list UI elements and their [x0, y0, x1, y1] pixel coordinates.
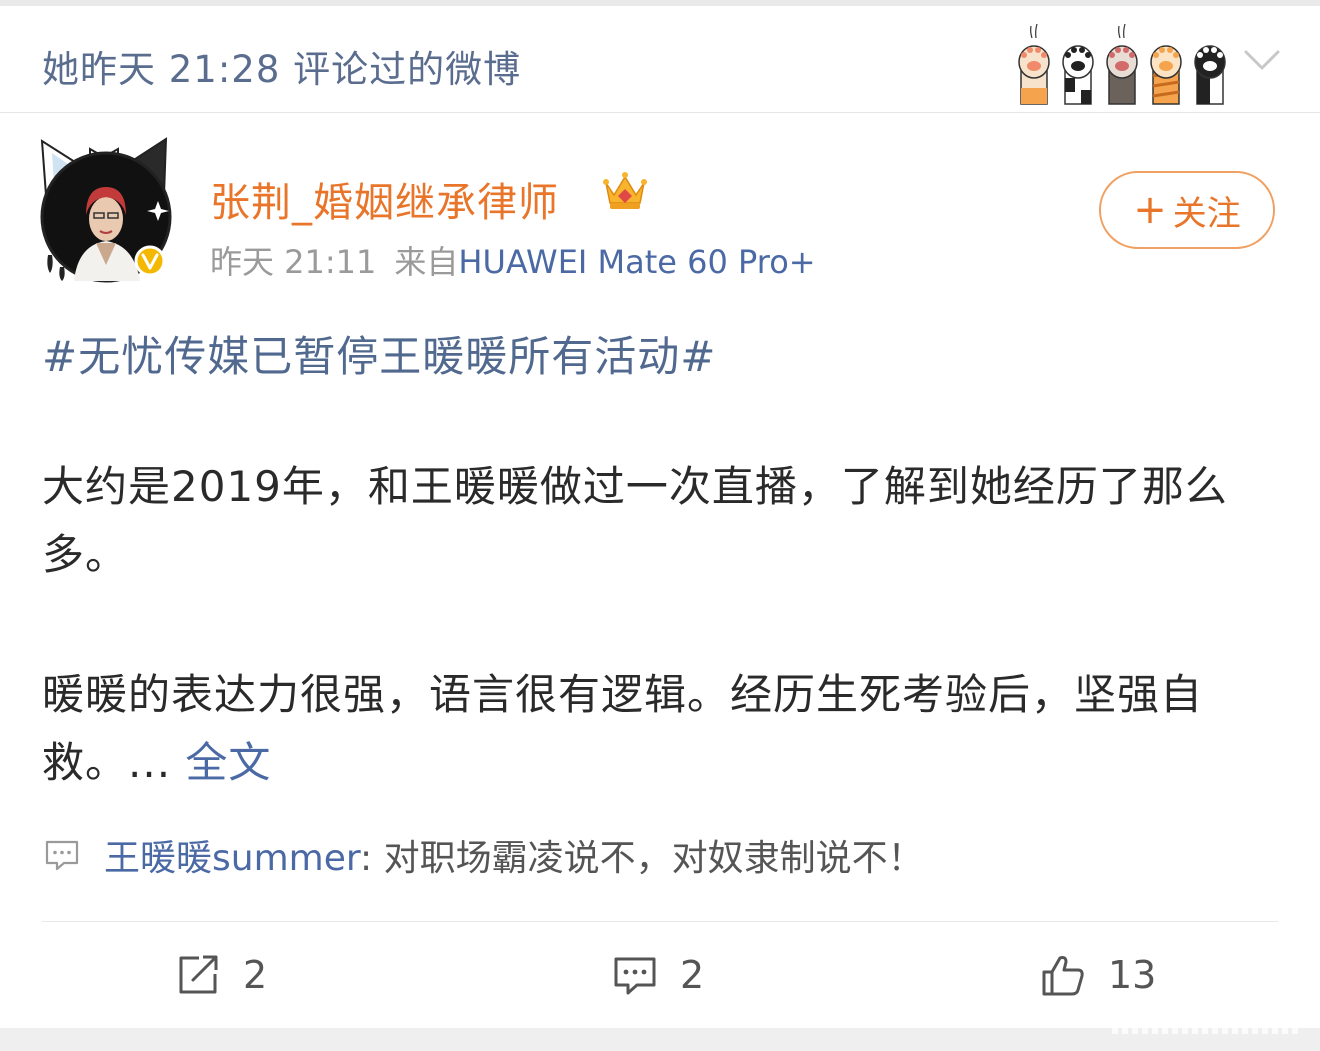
comment-header-title: 她昨天 21:28 评论过的微博: [42, 48, 522, 91]
repost-button[interactable]: 2: [175, 947, 267, 1003]
chevron-down-icon[interactable]: [1243, 46, 1281, 74]
post-author-name[interactable]: 张荆_婚姻继承律师: [210, 170, 559, 228]
divider: [42, 921, 1278, 922]
full-text-link[interactable]: 全文: [185, 738, 271, 787]
crown-icon: [603, 172, 647, 209]
repost-icon: [179, 955, 218, 994]
comment-bubble-icon: [45, 840, 79, 871]
comment-header: 她昨天 21:28 评论过的微博: [0, 6, 1320, 113]
verified-v-icon: [134, 245, 166, 277]
cat-paws-icon: [1018, 23, 1226, 105]
watermark-stripes: [1112, 1012, 1298, 1034]
repost-count: 2: [243, 953, 268, 997]
like-count: 13: [1108, 953, 1157, 997]
avatar[interactable]: [34, 135, 176, 283]
weibo-post-card: 张荆_婚姻继承律师 昨天 21:11 来自HUAWEI Mate 60 Pro+ …: [0, 113, 1320, 1028]
follow-button[interactable]: + 关注: [1099, 171, 1275, 249]
quoted-comment[interactable]: 王暖暖summer: 对职场霸凌说不，对奴隶制说不！: [44, 831, 924, 879]
thumbs-up-icon: [1042, 956, 1084, 996]
quoted-comment-text: : 对职场霸凌说不，对奴隶制说不！: [360, 838, 924, 879]
post-meta: 昨天 21:11 来自HUAWEI Mate 60 Pro+: [210, 237, 816, 283]
post-source-prefix: 来自: [394, 243, 459, 281]
quoted-comment-user[interactable]: 王暖暖summer: [104, 838, 360, 879]
post-time: 昨天 21:11: [210, 243, 377, 281]
comment-count: 2: [680, 953, 705, 997]
follow-button-label: 关注: [1172, 193, 1241, 234]
plus-icon: +: [1133, 187, 1167, 233]
comment-icon: [614, 957, 656, 995]
post-paragraph: 暖暖的表达力很强，语言很有逻辑。经历生死考验后，坚强自救。... 全文: [42, 661, 1282, 797]
topic-hashtag-link[interactable]: #无忧传媒已暂停王暖暖所有活动#: [42, 323, 716, 384]
like-button[interactable]: 13: [1040, 947, 1156, 1003]
comment-button[interactable]: 2: [612, 947, 704, 1003]
post-source-device[interactable]: HUAWEI Mate 60 Pro+: [458, 243, 815, 281]
post-paragraph: 大约是2019年，和王暖暖做过一次直播，了解到她经历了那么多。: [42, 462, 1228, 579]
